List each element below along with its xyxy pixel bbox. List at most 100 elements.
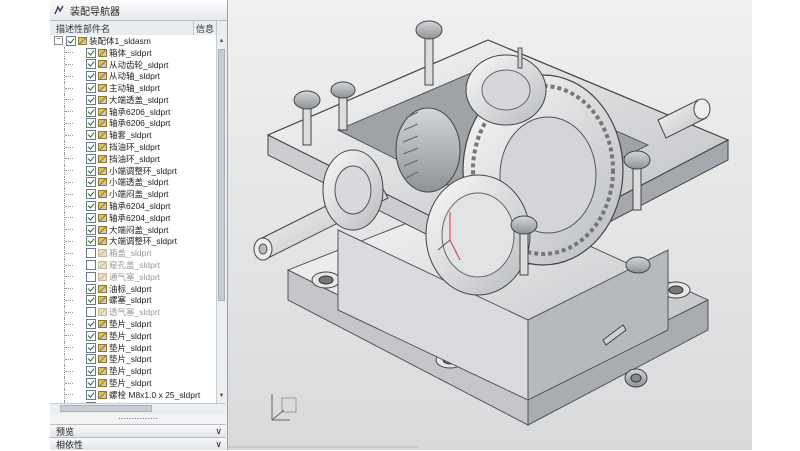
chevron-down-icon[interactable]: ∨ bbox=[215, 439, 222, 450]
tree-horizontal-scrollbar[interactable] bbox=[50, 403, 226, 414]
part-icon bbox=[98, 178, 107, 186]
tree-row[interactable]: 大端调整环_sldprt bbox=[50, 236, 216, 248]
tree-row[interactable]: 从动齿轮_sldprt bbox=[50, 59, 216, 71]
part-checkbox[interactable] bbox=[86, 366, 96, 376]
tree-row[interactable]: 透气塞_sldprt bbox=[50, 306, 216, 318]
tree-root-row[interactable]: − 装配体1_sldasm bbox=[50, 35, 216, 47]
root-checkbox[interactable] bbox=[66, 36, 76, 46]
tree-row[interactable]: 轴承6204_sldprt bbox=[50, 212, 216, 224]
part-checkbox[interactable] bbox=[86, 95, 96, 105]
tree-connector bbox=[64, 153, 86, 165]
part-checkbox[interactable] bbox=[86, 118, 96, 128]
part-checkbox[interactable] bbox=[86, 59, 96, 69]
tree-row[interactable]: 小端闷盖_sldprt bbox=[50, 188, 216, 200]
panel-splitter[interactable]: ⋯⋯⋯⋯⋯ bbox=[50, 414, 226, 424]
tree-row[interactable]: 大端透盖_sldprt bbox=[50, 94, 216, 106]
part-checkbox[interactable] bbox=[86, 177, 96, 187]
part-checkbox[interactable] bbox=[86, 260, 96, 270]
tree-row[interactable]: 轴承6204_sldprt bbox=[50, 200, 216, 212]
part-checkbox[interactable] bbox=[86, 343, 96, 353]
part-checkbox[interactable] bbox=[86, 142, 96, 152]
part-checkbox[interactable] bbox=[86, 213, 96, 223]
part-icon bbox=[98, 72, 107, 80]
part-checkbox[interactable] bbox=[86, 236, 96, 246]
graphics-viewport[interactable] bbox=[228, 0, 752, 450]
part-label: 大端闷盖_sldprt bbox=[109, 224, 169, 236]
tree-row[interactable]: 垫片_sldprt bbox=[50, 330, 216, 342]
tree-row[interactable]: 垫片_sldprt bbox=[50, 342, 216, 354]
part-label: 轴承6204_sldprt bbox=[109, 212, 170, 224]
navigator-header[interactable]: 装配导航器 bbox=[50, 0, 227, 21]
part-checkbox[interactable] bbox=[86, 166, 96, 176]
part-checkbox[interactable] bbox=[86, 189, 96, 199]
part-label: 窥孔盖_sldprt bbox=[109, 259, 160, 271]
part-checkbox[interactable] bbox=[86, 272, 96, 282]
tree-row[interactable]: 挡油环_sldprt bbox=[50, 153, 216, 165]
tree-row[interactable]: 小端调整环_sldprt bbox=[50, 165, 216, 177]
part-checkbox[interactable] bbox=[86, 295, 96, 305]
tree-row[interactable]: 箱盖_sldprt bbox=[50, 247, 216, 259]
part-icon bbox=[98, 119, 107, 127]
tree-connector bbox=[64, 377, 86, 389]
preview-section-label: 预览 bbox=[56, 425, 74, 438]
tree-row[interactable]: 小端透盖_sldprt bbox=[50, 177, 216, 189]
chevron-down-icon[interactable]: ∨ bbox=[215, 426, 222, 437]
column-info-header[interactable]: 信息 bbox=[194, 21, 217, 35]
part-checkbox[interactable] bbox=[86, 48, 96, 58]
part-icon bbox=[98, 155, 107, 163]
tree-row[interactable]: 轴承6206_sldprt bbox=[50, 106, 216, 118]
tree-row[interactable]: 垫片_sldprt bbox=[50, 377, 216, 389]
tree-row[interactable]: 大端闷盖_sldprt bbox=[50, 224, 216, 236]
column-name-header[interactable]: 描述性部件名 bbox=[50, 21, 194, 35]
part-checkbox[interactable] bbox=[86, 107, 96, 117]
part-label: 垫片_sldprt bbox=[109, 377, 152, 389]
scroll-down-arrow-icon[interactable]: ▼ bbox=[218, 392, 225, 401]
tree-row[interactable]: 油标_sldprt bbox=[50, 283, 216, 295]
part-icon bbox=[98, 320, 107, 328]
gearbox-model[interactable] bbox=[228, 0, 752, 450]
part-checkbox[interactable] bbox=[86, 319, 96, 329]
tree-row[interactable]: 垫片_sldprt bbox=[50, 365, 216, 377]
tree-row[interactable]: 通气塞_sldprt bbox=[50, 271, 216, 283]
part-checkbox[interactable] bbox=[86, 331, 96, 341]
part-checkbox[interactable] bbox=[86, 354, 96, 364]
preview-section[interactable]: 预览 ∨ bbox=[50, 424, 226, 437]
tree-row[interactable]: 主动轴_sldprt bbox=[50, 82, 216, 94]
tree-connector bbox=[64, 141, 86, 153]
assembly-icon bbox=[78, 37, 87, 45]
horizontal-scroll-thumb[interactable] bbox=[60, 405, 152, 412]
tree-row[interactable]: 轴承6206_sldprt bbox=[50, 118, 216, 130]
collapse-icon[interactable]: − bbox=[54, 36, 63, 45]
tree-connector bbox=[64, 295, 86, 307]
tree-row[interactable]: 箱体_sldprt bbox=[50, 47, 216, 59]
tree-vertical-scrollbar[interactable]: ▲ ▼ bbox=[216, 35, 227, 403]
vertical-scroll-thumb[interactable] bbox=[218, 49, 225, 301]
tree-connector bbox=[64, 247, 86, 259]
part-icon bbox=[98, 249, 107, 257]
part-checkbox[interactable] bbox=[86, 307, 96, 317]
part-checkbox[interactable] bbox=[86, 284, 96, 294]
tree-row[interactable]: 轴套_sldprt bbox=[50, 129, 216, 141]
dependencies-section[interactable]: 相依性 ∨ bbox=[50, 437, 226, 450]
tree-row[interactable]: 垫片_sldprt bbox=[50, 318, 216, 330]
tree-row[interactable]: 螺栓 M8x1.0 x 25_sldprt bbox=[50, 389, 216, 401]
tree-row[interactable]: 螺塞_sldprt bbox=[50, 295, 216, 307]
part-checkbox[interactable] bbox=[86, 248, 96, 258]
part-checkbox[interactable] bbox=[86, 71, 96, 81]
tree-connector bbox=[64, 118, 86, 130]
part-checkbox[interactable] bbox=[86, 378, 96, 388]
part-checkbox[interactable] bbox=[86, 83, 96, 93]
tree-row[interactable]: 窥孔盖_sldprt bbox=[50, 259, 216, 271]
part-checkbox[interactable] bbox=[86, 390, 96, 400]
part-checkbox[interactable] bbox=[86, 154, 96, 164]
scroll-up-arrow-icon[interactable]: ▲ bbox=[218, 37, 225, 46]
part-checkbox[interactable] bbox=[86, 201, 96, 211]
tree-connector bbox=[64, 59, 86, 71]
tree-connector bbox=[64, 236, 86, 248]
tree-row[interactable]: 垫片_sldprt bbox=[50, 354, 216, 366]
tree-row[interactable]: 从动轴_sldprt bbox=[50, 70, 216, 82]
tree-connector bbox=[64, 354, 86, 366]
part-checkbox[interactable] bbox=[86, 130, 96, 140]
tree-row[interactable]: 挡油环_sldprt bbox=[50, 141, 216, 153]
part-checkbox[interactable] bbox=[86, 225, 96, 235]
